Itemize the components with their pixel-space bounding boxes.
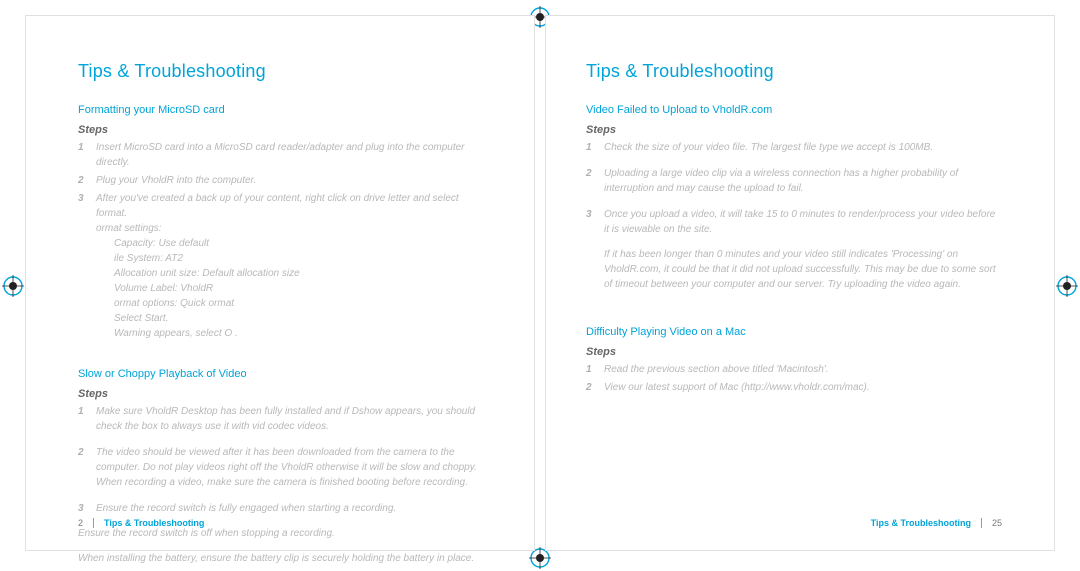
step-row: 1 Check the size of your video file. The… — [586, 140, 999, 155]
format-settings-label: ormat settings: — [96, 223, 162, 234]
step-number: 1 — [78, 404, 88, 434]
step-line: After you've created a back up of your c… — [96, 193, 459, 219]
format-setting: Allocation unit size: Default allocation… — [114, 266, 489, 281]
step-text: After you've created a back up of your c… — [96, 191, 489, 341]
body-paragraph: Ensure the record switch is off when sto… — [78, 526, 489, 541]
step-row: 1 Make sure VholdR Desktop has been full… — [78, 404, 489, 434]
page-left: Tips & Troubleshooting Formatting your M… — [25, 15, 535, 551]
footer-section-label: Tips & Troubleshooting — [871, 518, 971, 528]
step-text: Check the size of your video file. The l… — [604, 140, 999, 155]
registration-mark-left — [2, 275, 24, 297]
step-number: 1 — [586, 140, 596, 155]
step-text: Insert MicroSD card into a MicroSD card … — [96, 140, 489, 170]
step-row: 2 View our latest support of Mac (http:/… — [586, 380, 999, 395]
step-number: 2 — [78, 445, 88, 490]
section-heading-format-sd: Formatting your MicroSD card — [78, 104, 489, 116]
footer-divider — [981, 518, 982, 528]
step-line: When recording a video, make sure the ca… — [96, 477, 468, 488]
page-number: 2 — [78, 518, 83, 528]
step-number: 1 — [78, 140, 88, 170]
format-setting: Volume Label: VholdR — [114, 281, 489, 296]
page-number: 25 — [992, 518, 1002, 528]
body-paragraph: When installing the battery, ensure the … — [78, 551, 489, 566]
format-setting: ormat options: Quick ormat — [114, 296, 489, 311]
format-setting: Warning appears, select O . — [114, 326, 489, 341]
format-setting: Select Start. — [114, 311, 489, 326]
registration-mark-right — [1056, 275, 1078, 297]
steps-label: Steps — [78, 124, 489, 136]
step-text: Make sure VholdR Desktop has been fully … — [96, 404, 489, 434]
page-footer-left: 2 Tips & Troubleshooting — [78, 518, 204, 528]
step-row: 2 Uploading a large video clip via a wir… — [586, 166, 999, 196]
section-heading-upload-fail: Video Failed to Upload to VholdR.com — [586, 104, 999, 116]
step-row: 2 Plug your VholdR into the computer. — [78, 173, 489, 188]
step-row: 2 The video should be viewed after it ha… — [78, 445, 489, 490]
step-row: 3 Once you upload a video, it will take … — [586, 207, 999, 237]
section-heading-slow-playback: Slow or Choppy Playback of Video — [78, 368, 489, 380]
step-line: The video should be viewed after it has … — [96, 447, 477, 473]
body-paragraph: If it has been longer than 0 minutes and… — [604, 247, 999, 292]
step-text: Once you upload a video, it will take 15… — [604, 207, 999, 237]
step-text: Ensure the record switch is fully engage… — [96, 501, 489, 516]
step-number: 3 — [78, 191, 88, 341]
step-row: 1 Insert MicroSD card into a MicroSD car… — [78, 140, 489, 170]
page-right: Tips & Troubleshooting Video Failed to U… — [545, 15, 1055, 551]
steps-label: Steps — [586, 346, 999, 358]
page-footer-right: Tips & Troubleshooting 25 — [871, 518, 1002, 528]
step-number: 2 — [586, 380, 596, 395]
steps-label: Steps — [78, 388, 489, 400]
format-setting: ile System: AT2 — [114, 251, 489, 266]
page-title: Tips & Troubleshooting — [78, 61, 489, 82]
step-text: Uploading a large video clip via a wirel… — [604, 166, 999, 196]
step-row: 1 Read the previous section above titled… — [586, 362, 999, 377]
step-number: 1 — [586, 362, 596, 377]
step-text: The video should be viewed after it has … — [96, 445, 489, 490]
step-number: 2 — [586, 166, 596, 196]
page-title: Tips & Troubleshooting — [586, 61, 999, 82]
step-text: Read the previous section above titled '… — [604, 362, 999, 377]
steps-label: Steps — [586, 124, 999, 136]
step-text: Plug your VholdR into the computer. — [96, 173, 489, 188]
step-number: 2 — [78, 173, 88, 188]
step-number: 3 — [586, 207, 596, 237]
step-text: View our latest support of Mac (http://w… — [604, 380, 999, 395]
step-number: 3 — [78, 501, 88, 516]
step-row: 3 Ensure the record switch is fully enga… — [78, 501, 489, 516]
footer-divider — [93, 518, 94, 528]
section-heading-mac-playback: Difficulty Playing Video on a Mac — [586, 326, 999, 338]
step-row: 3 After you've created a back up of your… — [78, 191, 489, 341]
format-setting: Capacity: Use default — [114, 236, 489, 251]
footer-section-label: Tips & Troubleshooting — [104, 518, 204, 528]
